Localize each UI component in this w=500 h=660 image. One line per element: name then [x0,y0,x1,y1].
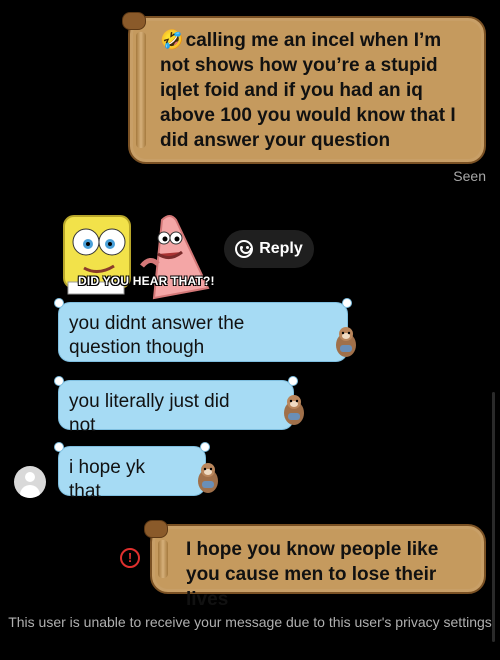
otter-sticker-icon [336,327,356,357]
message-text: you literally just did not [69,391,230,436]
message-text: 🤣 calling me an incel when I’m not shows … [160,28,470,153]
incoming-message-bubble[interactable]: you didnt answer the question though [54,298,356,362]
message-text: you didnt answer the question though [69,313,245,358]
privacy-notice: This user is unable to receive your mess… [8,614,492,630]
bubble-corner-dot [54,298,64,308]
error-icon[interactable]: ! [120,548,140,568]
message-text: i hope yk that [69,457,146,502]
scroll-knob-icon [144,520,168,538]
incoming-message-bubble[interactable]: you literally just did not [54,376,304,436]
reply-label: Reply [259,240,303,257]
outgoing-message-bubble[interactable]: I hope you know people like you cause me… [144,520,486,610]
otter-sticker-icon [284,395,304,425]
reply-button[interactable]: Reply [224,230,314,268]
rofl-emoji-icon: 🤣 [160,30,184,51]
scroll-knob-icon [122,12,146,30]
bubble-corner-dot [288,376,298,386]
scroll-indicator[interactable] [492,392,495,642]
seen-status: Seen [453,168,486,184]
avatar-body-icon [20,485,40,498]
bubble-corner-dot [200,442,210,452]
avatar-head-icon [25,472,35,482]
message-body: calling me an incel when I’m not shows h… [160,30,456,151]
otter-sticker-icon [198,463,218,493]
incoming-message-bubble[interactable]: i hope yk that [54,442,218,502]
outgoing-message-bubble[interactable]: 🤣 calling me an incel when I’m not shows … [122,12,486,164]
scroll-rod-icon [136,32,146,148]
avatar[interactable] [14,466,46,498]
scroll-rod-icon [158,540,168,578]
bubble-corner-dot [342,298,352,308]
message-text: I hope you know people like you cause me… [186,539,439,610]
bubble-corner-dot [54,442,64,452]
bubble-corner-dot [54,376,64,386]
smiley-icon [235,240,254,258]
sticker-caption: DID YOU HEAR THAT?! [78,274,215,288]
